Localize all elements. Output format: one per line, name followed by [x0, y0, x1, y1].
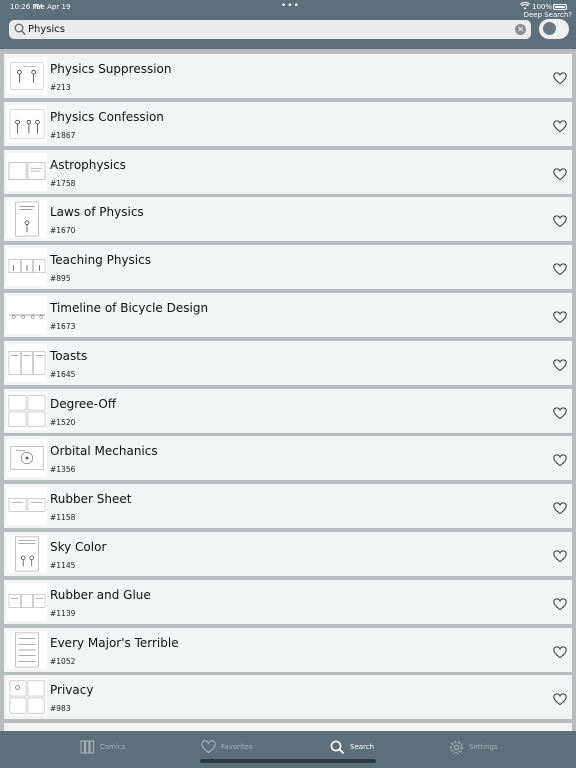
comic-title: Degree-Off	[50, 396, 117, 411]
comic-number: #1867	[50, 130, 76, 140]
list-item[interactable]: Teaching Physics #895	[4, 245, 572, 290]
comic-title: Rubber Sheet	[50, 492, 132, 507]
tab-label: Settings	[469, 743, 498, 751]
favorite-heart-icon[interactable]	[553, 548, 567, 563]
comic-thumbnail	[7, 630, 47, 669]
results-list[interactable]: Physics Suppression #213 Physics Confessio…	[0, 49, 576, 731]
favorite-heart-icon[interactable]	[553, 452, 567, 467]
comic-number: #1520	[50, 417, 76, 427]
comic-thumbnail	[7, 487, 47, 526]
favorite-heart-icon[interactable]	[553, 596, 567, 611]
list-item[interactable]	[4, 723, 572, 731]
home-indicator	[200, 759, 376, 763]
heart-icon	[201, 740, 216, 754]
list-item[interactable]: Laws of Physics #1670	[4, 197, 572, 242]
comic-number: #1052	[50, 656, 76, 666]
gear-icon	[449, 740, 464, 755]
comic-number: #1673	[50, 322, 76, 331]
favorite-heart-icon[interactable]	[553, 500, 567, 515]
comic-number: #1758	[50, 178, 76, 188]
comic-thumbnail	[7, 678, 47, 717]
comic-title: Physics Suppression	[50, 62, 172, 76]
list-item[interactable]: Astrophysics #1758	[4, 149, 572, 194]
comic-title: Laws of Physics	[50, 205, 144, 220]
search-bar[interactable]: ✕	[9, 20, 531, 39]
list-item[interactable]: Orbital Mechanics #1356	[4, 436, 572, 481]
comic-thumbnail	[7, 391, 47, 430]
list-item[interactable]: Physics Suppression #213	[4, 54, 572, 98]
comic-title: Rubber and Glue	[50, 587, 151, 602]
list-item[interactable]: Every Major's Terrible #1052	[4, 627, 572, 672]
comic-title: Toasts	[50, 348, 88, 363]
comic-number: #213	[50, 83, 71, 92]
comic-title: Orbital Mechanics	[50, 444, 158, 459]
comic-thumbnail	[7, 296, 47, 334]
list-item[interactable]: Physics Confession #1867	[4, 101, 572, 146]
status-date: Tue Apr 19	[33, 3, 71, 11]
list-item[interactable]: Sky Color #1145	[4, 532, 572, 576]
comic-number: #895	[50, 274, 71, 284]
comic-number: #1356	[50, 465, 76, 475]
comic-number: #1670	[50, 226, 76, 236]
list-item[interactable]: Rubber Sheet #1158	[4, 484, 572, 529]
favorite-heart-icon[interactable]	[553, 70, 567, 85]
comic-title: Every Major's Terrible	[50, 635, 179, 650]
battery-percent: 100%	[532, 3, 553, 11]
comic-number: #1158	[50, 513, 76, 523]
tab-label: Comics	[100, 743, 126, 751]
favorite-heart-icon[interactable]	[553, 309, 567, 324]
search-icon	[14, 23, 26, 35]
comic-number: #1139	[50, 608, 76, 618]
comic-thumbnail	[7, 104, 47, 143]
comic-thumbnail	[7, 343, 47, 382]
comic-number: #1145	[50, 561, 76, 570]
favorite-heart-icon[interactable]	[553, 118, 567, 133]
favorite-heart-icon[interactable]	[553, 261, 567, 276]
comic-title: Astrophysics	[50, 157, 126, 172]
list-item[interactable]: Degree-Off #1520	[4, 388, 572, 433]
deep-search-toggle[interactable]	[539, 19, 569, 39]
comic-thumbnail	[7, 57, 47, 95]
status-bar: 10:26 PM Tue Apr 19 ••• 100%	[0, 0, 576, 14]
battery-icon	[553, 4, 567, 10]
comic-title: Physics Confession	[50, 109, 164, 124]
clear-search-icon[interactable]: ✕	[515, 24, 526, 35]
comic-number: #1645	[50, 369, 76, 379]
comic-title: Sky Color	[50, 540, 107, 554]
tab-label: Search	[350, 743, 375, 751]
list-item[interactable]: Privacy #983	[4, 675, 572, 720]
comic-thumbnail	[7, 200, 47, 239]
comic-thumbnail	[7, 439, 47, 478]
comic-thumbnail	[7, 152, 47, 191]
comic-thumbnail	[7, 248, 47, 287]
favorite-heart-icon[interactable]	[553, 691, 567, 706]
list-item[interactable]: Rubber and Glue #1139	[4, 579, 572, 624]
search-icon	[330, 740, 345, 754]
toggle-knob	[543, 22, 556, 35]
multitasking-dots[interactable]: •••	[281, 1, 300, 11]
comic-thumbnail	[7, 535, 47, 573]
favorite-heart-icon[interactable]	[553, 166, 567, 180]
tab-label: Favorites	[221, 743, 253, 751]
deep-search-label: Deep Search?	[523, 11, 572, 19]
comics-icon	[80, 740, 95, 754]
list-item[interactable]: Toasts #1645	[4, 340, 572, 385]
favorite-heart-icon[interactable]	[553, 213, 567, 228]
favorite-heart-icon[interactable]	[553, 644, 567, 658]
comic-title: Timeline of Bicycle Design	[50, 301, 209, 315]
comic-number: #983	[50, 704, 71, 714]
comic-title: Teaching Physics	[50, 253, 151, 268]
search-input[interactable]	[28, 21, 508, 38]
comic-thumbnail	[7, 582, 47, 621]
favorite-heart-icon[interactable]	[553, 357, 567, 372]
list-item[interactable]: Timeline of Bicycle Design #1673	[4, 293, 572, 337]
favorite-heart-icon[interactable]	[553, 405, 567, 419]
comic-title: Privacy	[50, 683, 94, 698]
